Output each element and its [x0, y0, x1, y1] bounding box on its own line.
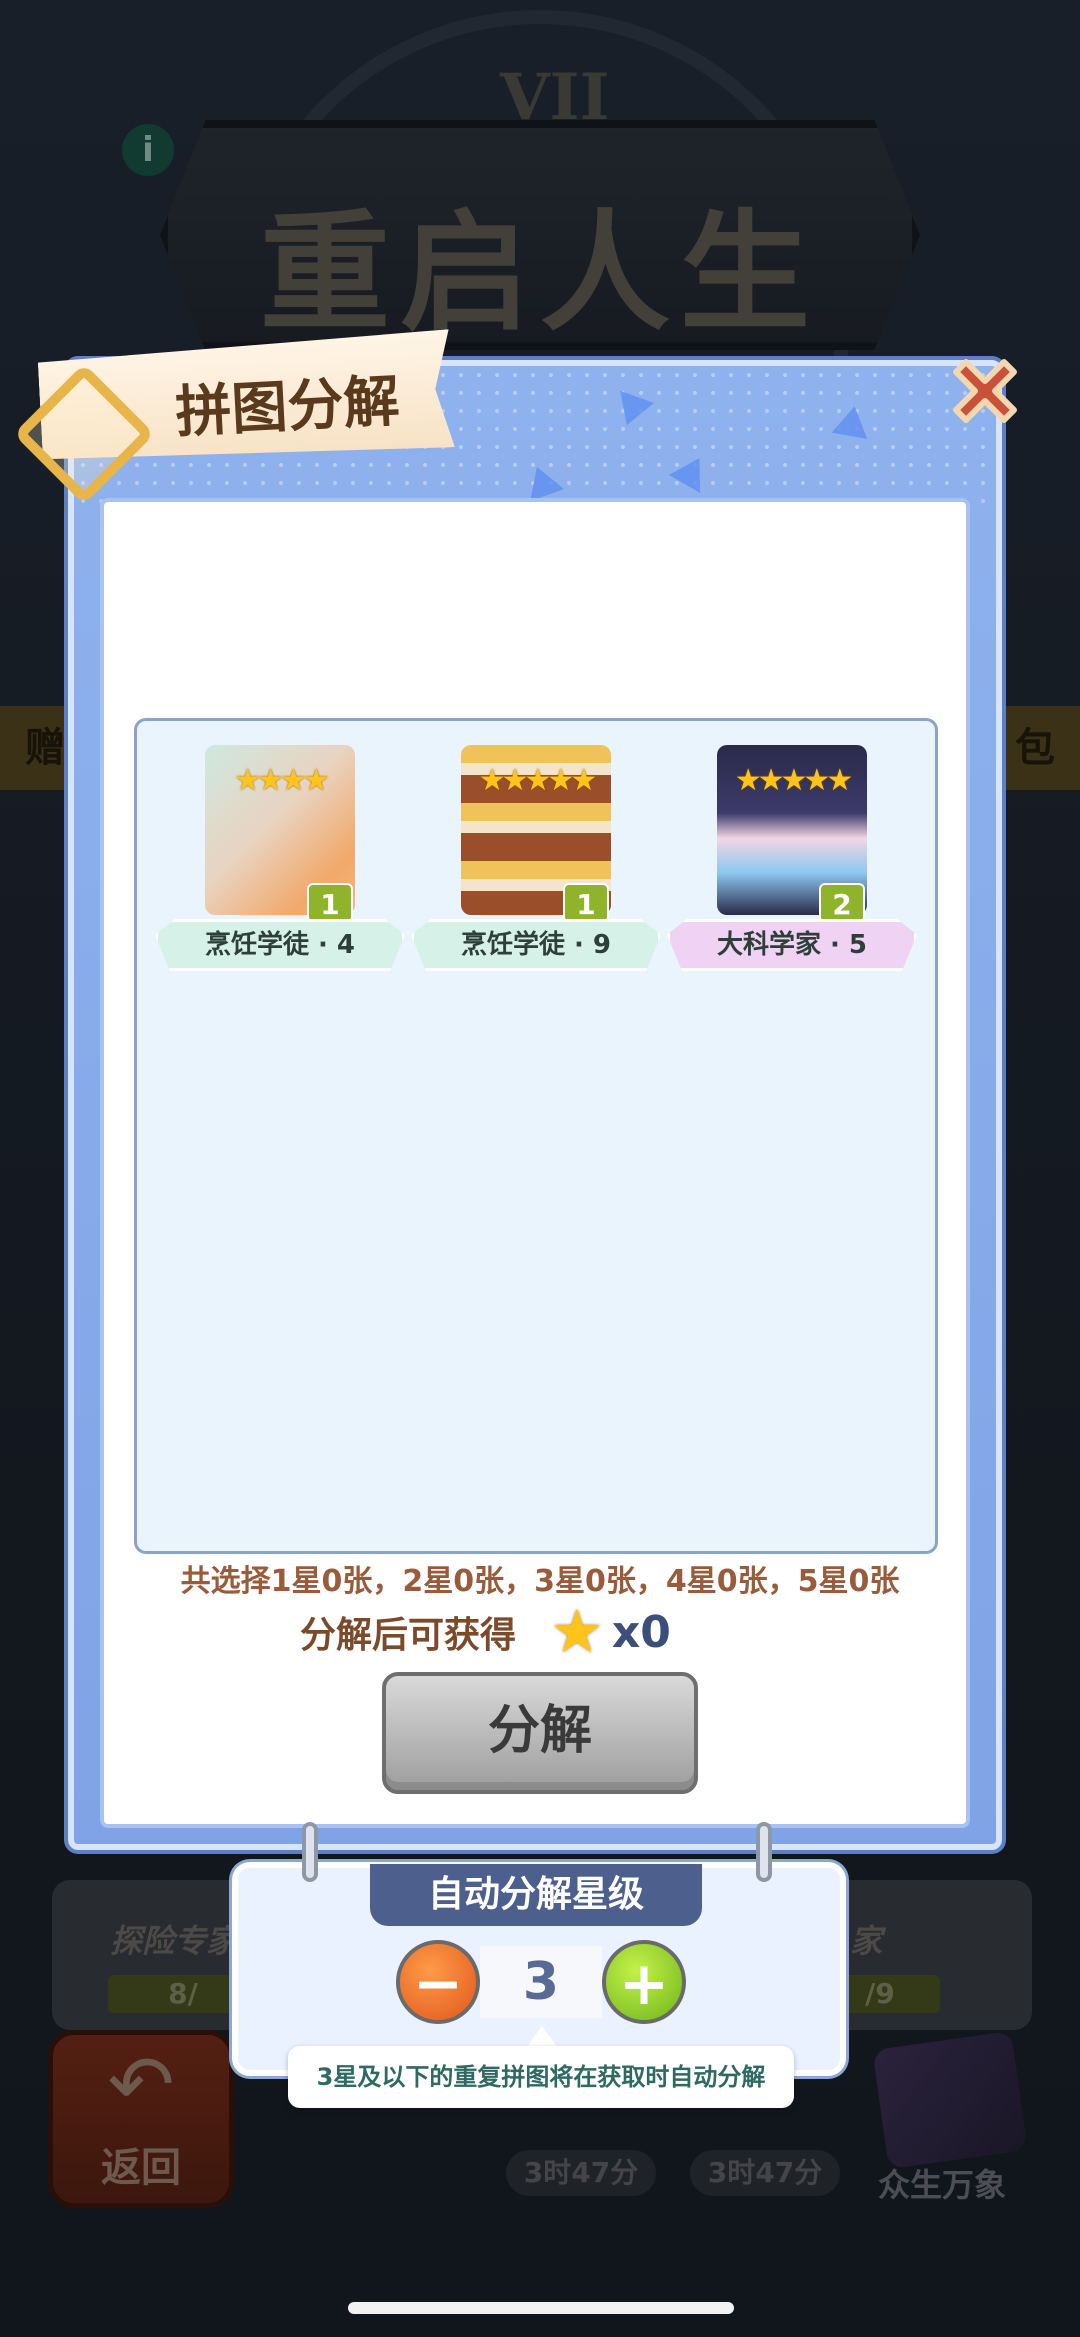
selection-summary: 共选择1星0张，2星0张，3星0张，4星0张，5星0张	[180, 1564, 900, 1599]
close-button[interactable]	[942, 348, 1028, 434]
tooltip-caret	[526, 2026, 558, 2048]
hanger-ring-icon	[756, 1822, 772, 1882]
puzzle-card[interactable]: ★★★★ 1 烹饪学徒 · 4	[155, 733, 405, 973]
star-rating: ★★★★	[234, 763, 330, 798]
puzzle-card[interactable]: ★★★★★ 2 大科学家 · 5	[667, 733, 917, 973]
puzzle-name: 烹饪学徒 · 4	[204, 930, 356, 960]
decompose-button[interactable]: 分解	[382, 1672, 698, 1794]
puzzle-name: 烹饪学徒 · 9	[460, 930, 612, 960]
star-rating: ★★★★★	[734, 763, 853, 798]
puzzle-card[interactable]: ★★★★★ 1 烹饪学徒 · 9	[411, 733, 661, 973]
star-icon: ★	[550, 1597, 604, 1667]
home-indicator[interactable]	[348, 2302, 734, 2314]
decor-triangle-icon	[831, 403, 873, 439]
reward-row: 分解后可获得 ★ x0	[300, 1602, 671, 1662]
reward-label: 分解后可获得	[300, 1615, 517, 1656]
close-icon	[953, 359, 1017, 423]
level-badge: 2	[819, 883, 865, 923]
auto-star-value: 3	[480, 1946, 602, 2018]
level-badge: 1	[563, 883, 609, 923]
decrease-star-button[interactable]: −	[396, 1940, 480, 2024]
dialog-title: 拼图分解	[173, 369, 402, 446]
puzzle-list: ★★★★ 1 烹饪学徒 · 4 ★★★★★ 1 烹饪学徒 · 9 ★★★★★ 2…	[134, 718, 938, 1554]
level-badge: 1	[307, 883, 353, 923]
increase-star-button[interactable]: +	[602, 1940, 686, 2024]
hanger-ring-icon	[302, 1822, 318, 1882]
auto-decompose-title: 自动分解星级	[370, 1864, 702, 1926]
auto-decompose-note: 3星及以下的重复拼图将在获取时自动分解	[288, 2046, 794, 2108]
puzzle-name: 大科学家 · 5	[716, 930, 868, 960]
reward-count: x0	[611, 1606, 671, 1658]
star-rating: ★★★★★	[478, 763, 597, 798]
